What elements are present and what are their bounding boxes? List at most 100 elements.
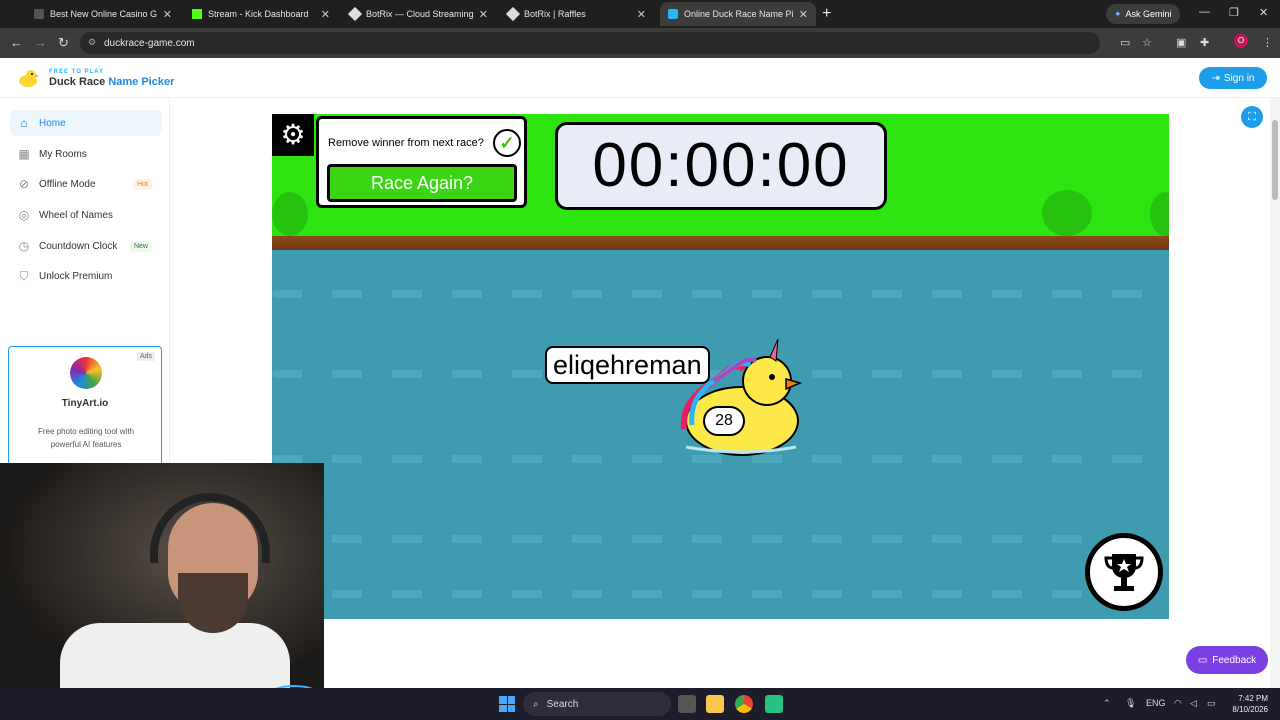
- home-icon: ⌂: [20, 116, 28, 130]
- webcam-overlay: [0, 463, 324, 688]
- close-tab-icon[interactable]: ✕: [321, 8, 330, 21]
- tab-title: BotRix — Cloud Streaming Bot: [366, 9, 473, 19]
- profile-avatar[interactable]: O: [1234, 34, 1248, 48]
- duck-logo-icon[interactable]: [17, 68, 39, 88]
- close-tab-icon[interactable]: ✕: [479, 8, 488, 21]
- window-close-icon[interactable]: ✕: [1259, 6, 1268, 19]
- sidebar-item-wheel-of-names[interactable]: ◎ Wheel of Names: [10, 202, 162, 228]
- browser-tab[interactable]: Best New Online Casino Ga ✕: [26, 2, 180, 26]
- casino-favicon-icon: [34, 9, 44, 19]
- microphone-icon[interactable]: 🎙: [1125, 698, 1136, 709]
- leaderboard-trophy-button[interactable]: [1085, 533, 1163, 611]
- feedback-button[interactable]: ▭ Feedback: [1186, 646, 1268, 674]
- cast-icon[interactable]: ▭: [1120, 36, 1130, 49]
- chrome-icon[interactable]: [735, 695, 753, 713]
- clock-icon: ◷: [18, 239, 30, 253]
- forward-icon[interactable]: →: [34, 35, 47, 50]
- restore-icon[interactable]: ❐: [1229, 6, 1239, 19]
- windows-start-icon[interactable]: [499, 696, 515, 712]
- sidebar-item-unlock-premium[interactable]: ⛉ Unlock Premium: [10, 263, 162, 289]
- kick-favicon-icon: [192, 9, 202, 19]
- taskbar-search-label: Search: [546, 698, 579, 710]
- browser-tab-strip: Best New Online Casino Ga ✕ Stream - Kic…: [0, 0, 1280, 28]
- extension-icon[interactable]: ▣: [1176, 36, 1186, 49]
- tab-title: Best New Online Casino Ga: [50, 9, 157, 19]
- sign-in-button[interactable]: ⇥ Sign in: [1199, 67, 1267, 89]
- fullscreen-icon[interactable]: ⛶: [1241, 106, 1263, 128]
- address-bar[interactable]: ⚙ duckrace-game.com: [80, 32, 1100, 54]
- reload-icon[interactable]: ↻: [58, 35, 69, 51]
- shield-icon: ⛉: [19, 269, 29, 283]
- webcam-person-shirt: [60, 623, 290, 688]
- sign-in-icon: ⇥: [1211, 72, 1220, 84]
- site-header: FREE TO PLAY Duck Race Name Picker ⇥ Sig…: [0, 58, 1280, 98]
- feedback-label: Feedback: [1212, 654, 1257, 666]
- language-indicator[interactable]: ENG: [1146, 698, 1166, 708]
- sign-in-label: Sign in: [1223, 72, 1255, 84]
- extensions-puzzle-icon[interactable]: ✚: [1200, 36, 1209, 49]
- sidebar-item-my-rooms[interactable]: ▦ My Rooms: [10, 141, 162, 167]
- race-again-button[interactable]: Race Again?: [327, 164, 517, 202]
- battery-icon[interactable]: ▭: [1207, 698, 1216, 709]
- trophy-icon: [1104, 554, 1144, 591]
- wave: [272, 535, 1169, 543]
- wave: [272, 290, 1169, 298]
- ad-card[interactable]: Ads TinyArt.io Free photo editing tool w…: [8, 346, 162, 466]
- wheel-icon: ◎: [18, 208, 30, 222]
- search-icon: ⌕: [533, 698, 539, 710]
- race-timer: 00:00:00: [555, 122, 887, 210]
- wave: [272, 590, 1169, 598]
- browser-tab[interactable]: BotRix | Raffles ✕: [500, 2, 654, 26]
- gemini-label: Ask Gemini: [1125, 9, 1172, 19]
- settings-gear-icon[interactable]: ⚙: [272, 114, 314, 156]
- duck-race-game[interactable]: ⚙ Remove winner from next race? ✓ Race A…: [272, 114, 1169, 619]
- duck-number: 28: [703, 406, 745, 436]
- menu-kebab-icon[interactable]: ⋮: [1262, 36, 1273, 49]
- chat-bubble-icon: ▭: [1197, 654, 1208, 666]
- app-icon[interactable]: [765, 695, 783, 713]
- sidebar-item-label: Offline Mode: [39, 178, 96, 190]
- bookmark-star-icon[interactable]: ☆: [1142, 36, 1152, 49]
- tray-chevron-icon[interactable]: ⌃: [1103, 698, 1111, 709]
- close-tab-icon[interactable]: ✕: [163, 8, 172, 21]
- volume-icon[interactable]: ◁: [1190, 698, 1197, 709]
- gemini-sparkle-icon: ✦: [1114, 8, 1122, 19]
- webcam-headphones: [150, 493, 270, 563]
- remove-winner-checkbox[interactable]: ✓: [493, 129, 521, 157]
- taskbar-search[interactable]: ⌕ Search: [523, 692, 671, 716]
- browser-tab[interactable]: BotRix — Cloud Streaming Bot ✕: [342, 2, 496, 26]
- browser-tab-active[interactable]: Online Duck Race Name Pi ✕: [660, 2, 816, 26]
- ad-title: TinyArt.io: [61, 398, 109, 409]
- sidebar-item-offline-mode[interactable]: ⊘ Offline Mode Hot: [10, 171, 162, 197]
- hot-badge: Hot: [133, 178, 152, 190]
- wifi-icon[interactable]: ◠: [1174, 698, 1182, 709]
- sidebar-item-label: Wheel of Names: [39, 209, 113, 221]
- system-clock[interactable]: 7:42 PM 8/10/2026: [1224, 693, 1268, 715]
- site-brand[interactable]: Duck Race Name Picker: [49, 76, 174, 88]
- remove-winner-label: Remove winner from next race?: [328, 137, 484, 149]
- ad-description: Free photo editing tool with powerful AI…: [37, 427, 135, 449]
- close-tab-icon[interactable]: ✕: [637, 8, 646, 21]
- sidebar-item-label: My Rooms: [39, 148, 87, 160]
- sidebar-item-label: Countdown Clock: [39, 240, 118, 252]
- back-icon[interactable]: ←: [10, 35, 23, 50]
- new-tab-icon[interactable]: +: [822, 5, 831, 23]
- task-view-icon[interactable]: [678, 695, 696, 713]
- clock-date: 8/10/2026: [1232, 705, 1268, 714]
- sidebar-item-countdown-clock[interactable]: ◷ Countdown Clock New: [10, 233, 162, 259]
- windows-taskbar: ⌕ Search ⌃ 🎙 ENG ◠ ◁ ▭ 7:42 PM 8/10/2026: [0, 688, 1280, 720]
- close-tab-icon[interactable]: ✕: [799, 8, 808, 21]
- page-scrollbar[interactable]: [1270, 98, 1280, 688]
- ask-gemini-button[interactable]: ✦ Ask Gemini: [1106, 4, 1180, 24]
- file-explorer-icon[interactable]: [706, 695, 724, 713]
- bush: [272, 192, 308, 236]
- browser-tab[interactable]: Stream - Kick Dashboard ✕: [184, 2, 338, 26]
- sidebar-item-home[interactable]: ⌂ Home: [10, 110, 162, 136]
- brand-accent: Name Picker: [108, 76, 175, 88]
- scrollbar-thumb[interactable]: [1272, 120, 1278, 200]
- ad-tag: Ads: [136, 352, 155, 361]
- site-info-icon[interactable]: ⚙: [88, 37, 96, 48]
- minimize-icon[interactable]: —: [1199, 6, 1210, 18]
- tab-title: BotRix | Raffles: [524, 9, 586, 19]
- botrix-favicon-icon: [347, 6, 363, 22]
